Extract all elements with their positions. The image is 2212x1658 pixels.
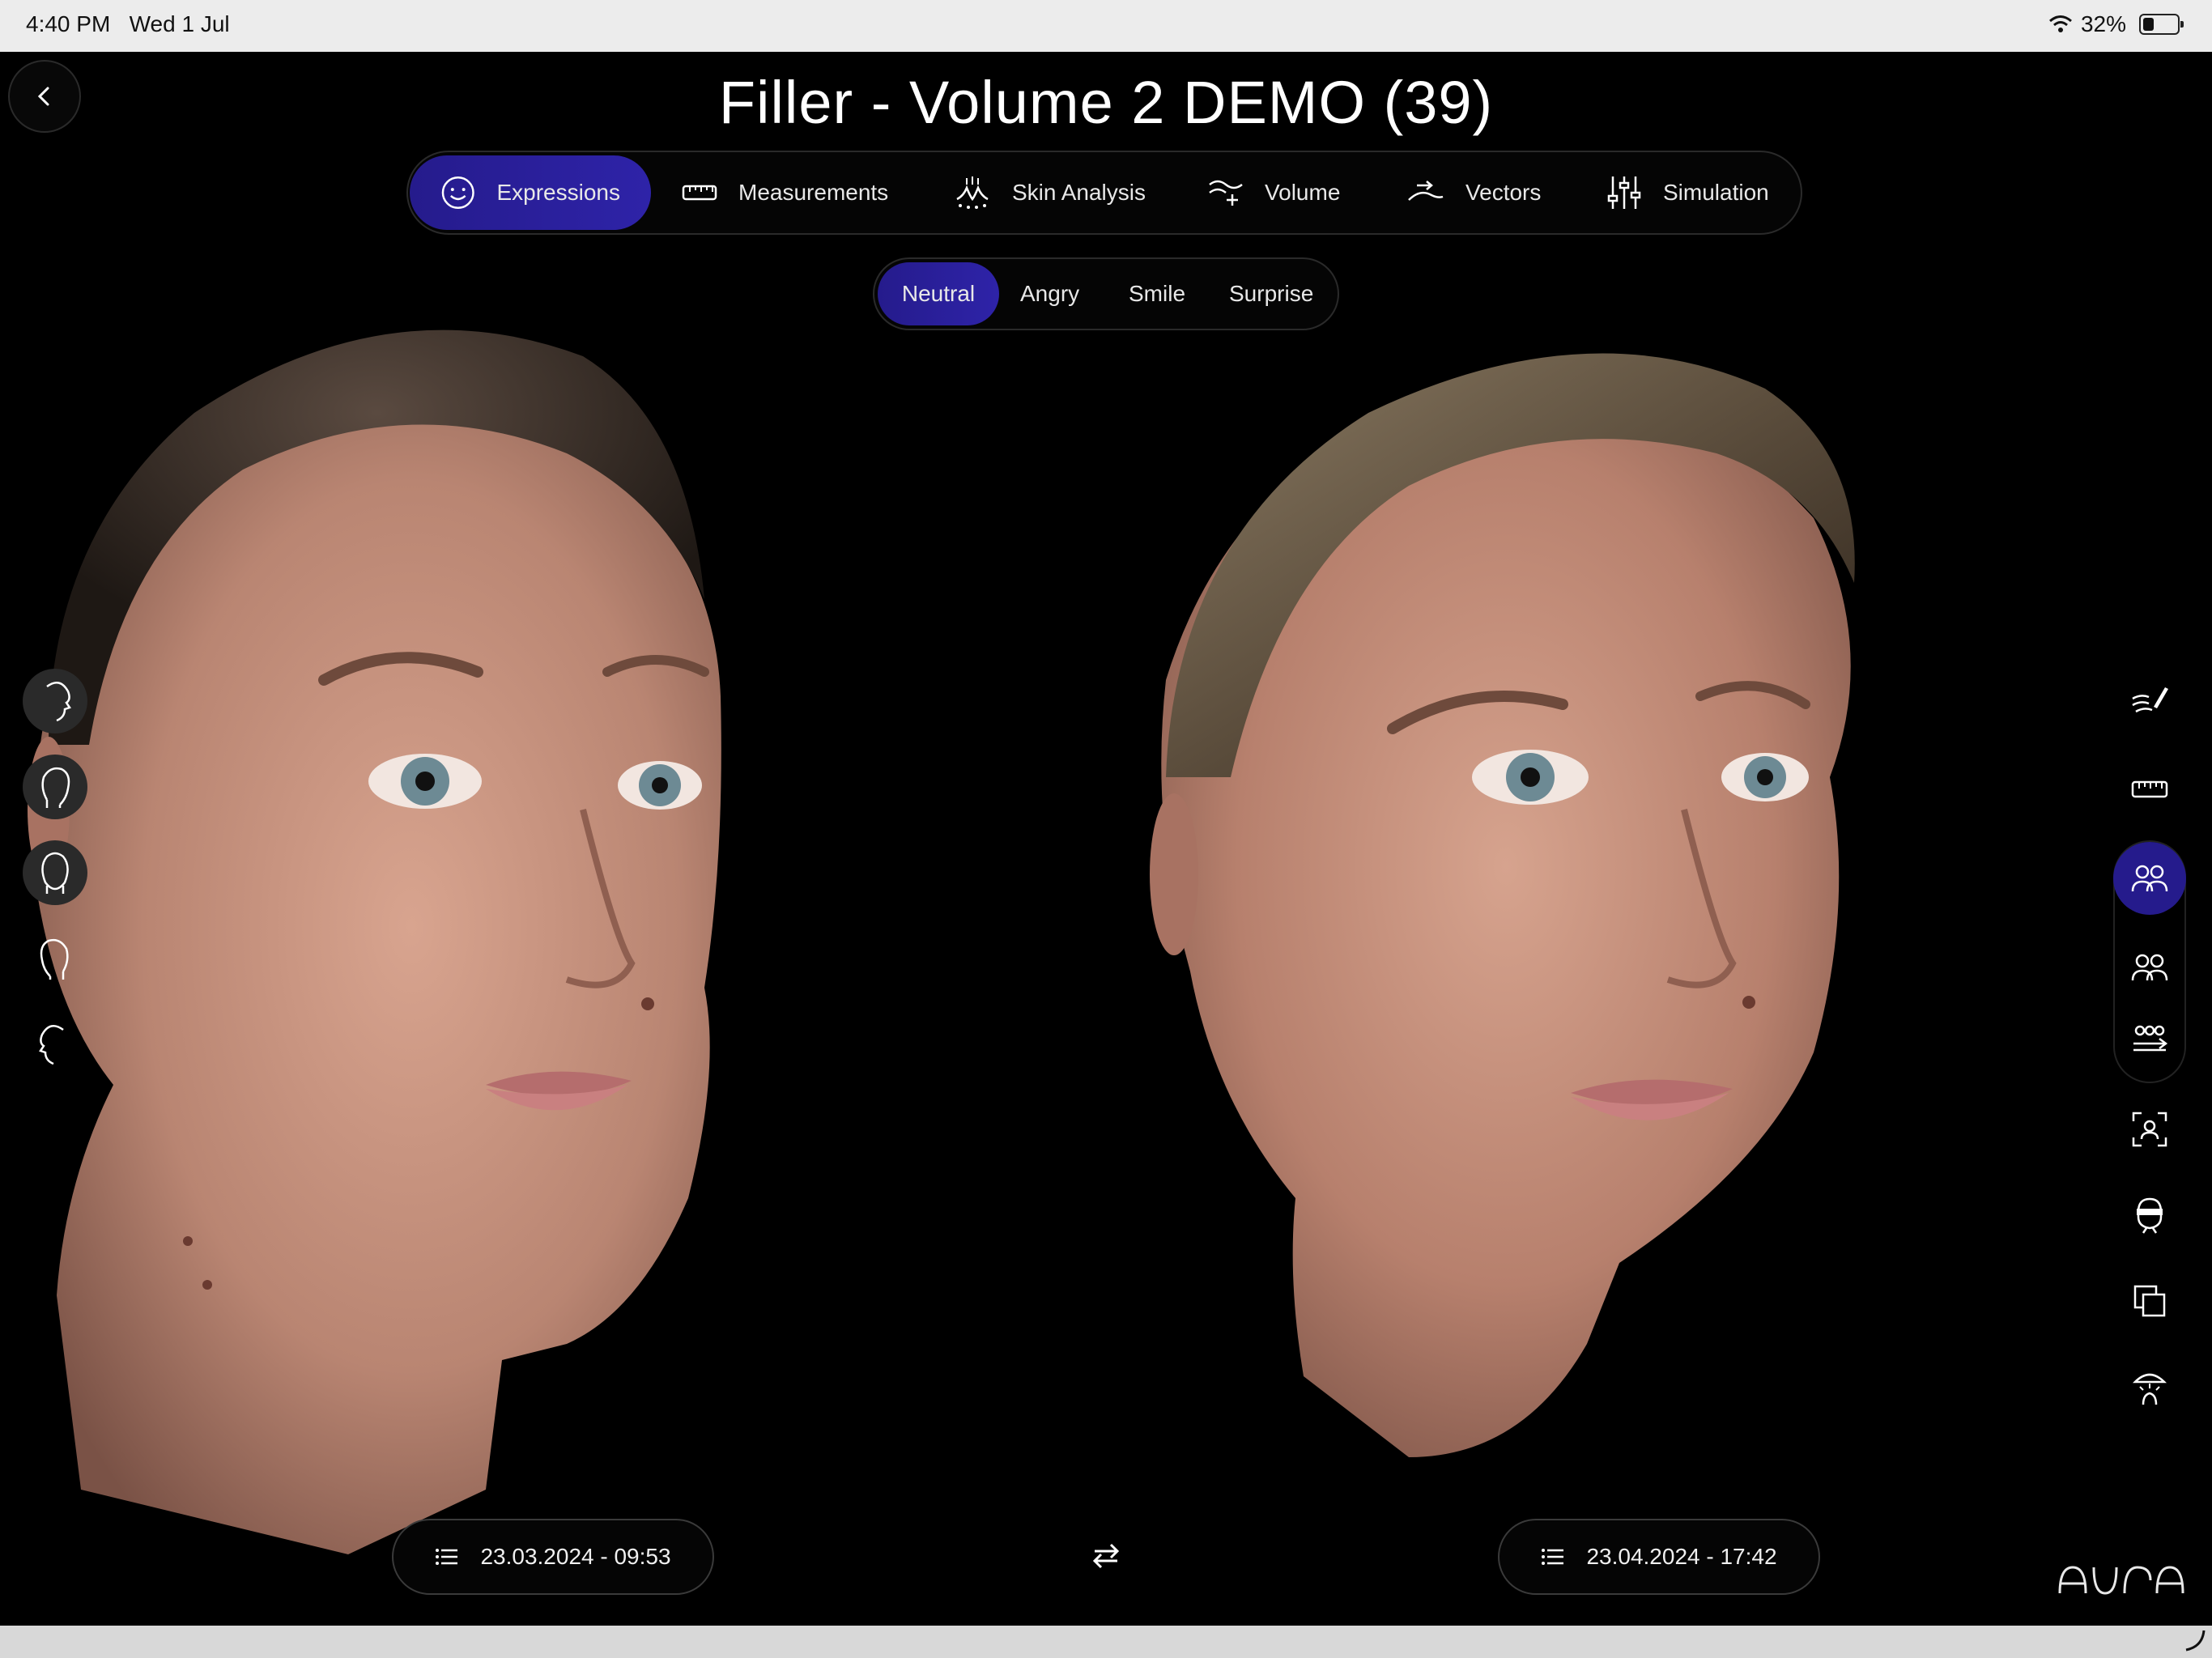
- annotate-button[interactable]: [2113, 664, 2186, 737]
- expression-tabs: Neutral Angry Smile Surprise: [873, 257, 1339, 330]
- wifi-icon: [2048, 15, 2072, 32]
- tab-label: Vectors: [1465, 180, 1542, 205]
- clock-date: Wed 1 Jul: [129, 11, 230, 36]
- clock-time: 4:40 PM: [26, 11, 111, 36]
- tab-label: Volume: [1265, 180, 1341, 205]
- view-profile-right[interactable]: [23, 1012, 87, 1077]
- page-title: Filler - Volume 2 DEMO (39): [718, 69, 1494, 136]
- ruler-button[interactable]: [2113, 753, 2186, 826]
- face-scan-left[interactable]: [0, 291, 745, 1571]
- battery-icon: [2139, 14, 2184, 35]
- status-time: 4:40 PM Wed 1 Jul: [26, 11, 230, 37]
- expression-smile[interactable]: Smile: [1129, 262, 1185, 325]
- expression-surprise[interactable]: Surprise: [1229, 262, 1313, 325]
- status-bar: 4:40 PM Wed 1 Jul 32%: [0, 0, 2212, 52]
- profile-left-icon: [46, 681, 71, 722]
- ear-right: [1150, 793, 1198, 955]
- view-profile-left[interactable]: [23, 669, 87, 733]
- sliders-icon: [1607, 176, 1641, 209]
- tab-label: Measurements: [738, 180, 889, 205]
- tab-skin-analysis[interactable]: Skin Analysis: [954, 155, 1146, 230]
- main-tabs: Expressions Measurements Skin Analysis V…: [406, 151, 1802, 235]
- three-quarter-left-icon: [41, 767, 70, 808]
- expression-label: Smile: [1129, 281, 1186, 306]
- tab-volume[interactable]: Volume: [1208, 155, 1340, 230]
- lighting-button[interactable]: [2113, 1350, 2186, 1423]
- list-icon: [436, 1549, 458, 1565]
- expression-label: Surprise: [1229, 281, 1314, 306]
- expression-neutral[interactable]: Neutral: [878, 262, 999, 325]
- mask-icon: [2137, 1197, 2163, 1234]
- skin-icon: [956, 176, 989, 209]
- battery-percent: 32%: [2080, 11, 2126, 36]
- three-quarter-right-icon: [40, 938, 69, 980]
- scan-date-label: 23.03.2024 - 09:53: [480, 1544, 671, 1569]
- list-icon: [1542, 1549, 1564, 1565]
- profile-right-icon: [39, 1024, 64, 1065]
- scan-date-right[interactable]: 23.04.2024 - 17:42: [1498, 1519, 1820, 1595]
- annotate-icon: [2132, 687, 2168, 713]
- compare-multi-button[interactable]: [2113, 1004, 2186, 1077]
- lighting-icon: [2132, 1373, 2167, 1405]
- aura-logo: [2058, 1566, 2184, 1595]
- compare-side-by-side-button[interactable]: [2113, 842, 2186, 915]
- tab-label: Skin Analysis: [1012, 180, 1146, 205]
- tab-label: Simulation: [1663, 180, 1769, 205]
- tab-expressions[interactable]: Expressions: [410, 155, 651, 230]
- home-indicator-bar: [0, 1626, 2212, 1658]
- face-scan-right[interactable]: [1101, 324, 1862, 1473]
- volume-icon: [1209, 180, 1243, 206]
- resize-corner-icon: [2185, 1630, 2206, 1652]
- compare-overlay-icon: [2131, 954, 2168, 981]
- smile-icon: [441, 176, 474, 210]
- compare-side-by-side-icon: [2131, 865, 2168, 892]
- compare-overlay-button[interactable]: [2113, 931, 2186, 1004]
- tab-measurements[interactable]: Measurements: [682, 155, 888, 230]
- swap-icon[interactable]: [1091, 1541, 1121, 1571]
- front-icon: [41, 852, 69, 894]
- tab-vectors[interactable]: Vectors: [1407, 155, 1541, 230]
- expression-angry[interactable]: Angry: [1020, 262, 1079, 325]
- focus-face-icon: [2132, 1112, 2167, 1147]
- battery-level: [2143, 18, 2154, 31]
- view-front[interactable]: [23, 840, 87, 905]
- scan-date-label: 23.04.2024 - 17:42: [1586, 1544, 1777, 1569]
- ruler-icon: [2131, 780, 2168, 798]
- tab-simulation[interactable]: Simulation: [1606, 155, 1769, 230]
- duplicate-button[interactable]: [2113, 1265, 2186, 1337]
- ruler-icon: [682, 185, 717, 201]
- brand-logo: [2057, 1561, 2186, 1606]
- view-three-quarter-right[interactable]: [23, 926, 87, 991]
- expression-label: Angry: [1020, 281, 1080, 306]
- duplicate-icon: [2133, 1285, 2166, 1317]
- focus-face-button[interactable]: [2113, 1093, 2186, 1166]
- status-right: 32%: [2048, 11, 2184, 37]
- tab-label: Expressions: [496, 180, 620, 205]
- mask-button[interactable]: [2113, 1179, 2186, 1252]
- scan-date-left[interactable]: 23.03.2024 - 09:53: [392, 1519, 714, 1595]
- expression-label: Neutral: [901, 281, 976, 306]
- view-three-quarter-left[interactable]: [23, 755, 87, 819]
- compare-multi-icon: [2133, 1025, 2168, 1052]
- vectors-icon: [1408, 181, 1444, 201]
